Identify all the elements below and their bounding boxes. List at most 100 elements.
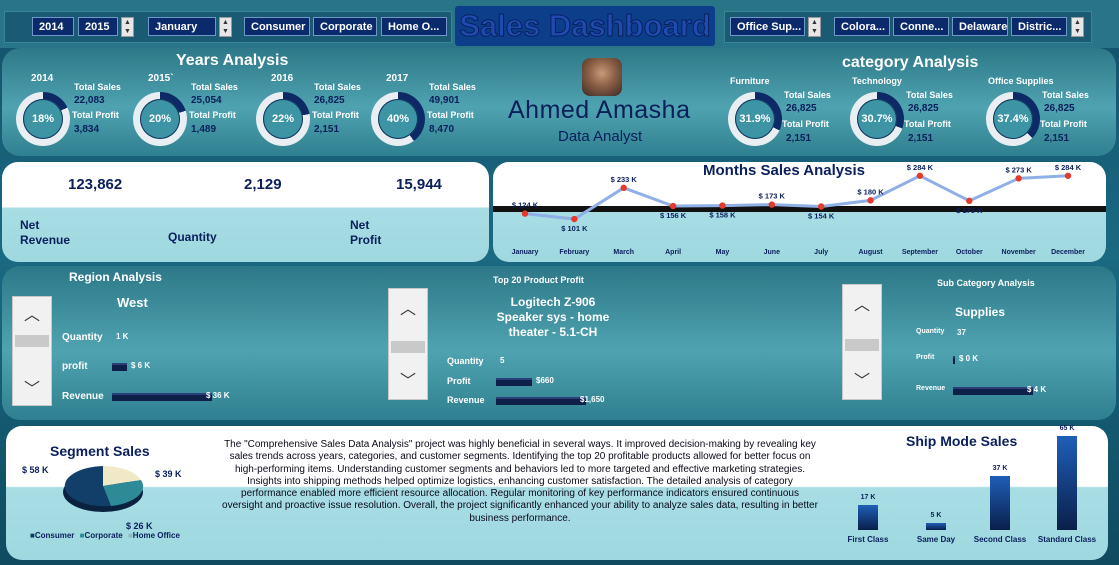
month-slicer-january[interactable]: January <box>148 17 216 36</box>
profile-role: Data Analyst <box>558 128 643 145</box>
subcategory-row-label-0: Quantity <box>916 328 945 335</box>
data-label-december: $ 284 K <box>1055 163 1082 172</box>
ship-bar-0 <box>858 505 878 530</box>
category-profit-label-1: Total Profit <box>904 119 951 129</box>
ship-mode-name-1: Same Day <box>916 535 956 544</box>
region-row-value-0: 1 K <box>116 332 129 341</box>
region-row-label-2: Revenue <box>62 391 104 402</box>
region-scrollbar[interactable]: ︿ ﹀ <box>12 296 52 406</box>
year-profit-label-0: Total Profit <box>72 110 119 120</box>
product-row-label-2: Revenue <box>447 395 485 405</box>
category-name-2: Office Supplies <box>988 76 1054 86</box>
segment-slicer-home-office[interactable]: Home O... <box>381 17 447 36</box>
region-row-value-1: $ 6 K <box>131 361 151 370</box>
subcategory-name: Supplies <box>955 305 1006 319</box>
category-donut-1: 30.7% <box>850 92 904 146</box>
year-donut-0: 18% <box>16 92 70 146</box>
month-tick-january: January <box>512 249 539 256</box>
month-tick-march: March <box>613 249 634 256</box>
subcategory-bar-2 <box>953 387 1033 395</box>
year-sales-label-3: Total Sales <box>429 82 476 92</box>
year-slicer-2015[interactable]: 2015 <box>78 17 118 36</box>
year-sales-value-3: 49,901 <box>429 95 460 106</box>
months-line-chart: $ 124 K January $ 101 K February $ 233 K Marc… <box>493 163 1106 256</box>
year-donut-0-percent: 18% <box>23 99 63 139</box>
subcategory-scroll-thumb[interactable] <box>845 339 879 351</box>
month-tick-may: May <box>716 249 730 256</box>
region-scroll-up[interactable]: ︿ <box>13 301 51 331</box>
category-sales-value-0: 26,825 <box>786 103 817 114</box>
subcategory-bar-1 <box>953 356 955 364</box>
product-row-value-0: 5 <box>500 356 505 365</box>
kpi-quantity-label: Quantity <box>168 230 217 244</box>
year-profit-label-3: Total Profit <box>427 110 474 120</box>
region-row-label-1: profit <box>62 361 88 372</box>
product-scrollbar[interactable]: ︿ ﹀ <box>388 288 428 400</box>
year-profit-value-0: 3,834 <box>74 124 100 135</box>
data-label-october: $ 178 K <box>956 206 983 215</box>
data-label-november: $ 273 K <box>1005 165 1032 174</box>
category-sales-label-1: Total Sales <box>906 90 953 100</box>
region-scroll-down[interactable]: ﹀ <box>13 375 51 405</box>
ship-bar-3 <box>1057 436 1077 530</box>
kpi-revenue-label-2: Revenue <box>20 233 71 247</box>
state-slicer-delaware[interactable]: Delaware <box>952 17 1008 36</box>
kpi-revenue-label-1: Net <box>20 218 40 232</box>
state-slicer-connecticut[interactable]: Conne... <box>893 17 949 36</box>
month-tick-october: October <box>956 249 983 256</box>
category-profit-value-0: 2,151 <box>786 133 812 144</box>
year-sales-label-1: Total Sales <box>191 82 238 92</box>
category-sales-label-0: Total Sales <box>784 90 831 100</box>
year-donut-2: 22% <box>256 92 310 146</box>
subcategory-scroll-up[interactable]: ︿ <box>843 291 881 321</box>
category-name-0: Furniture <box>730 76 770 86</box>
category-donut-0-percent: 31.9% <box>735 99 775 139</box>
state-slicer-scroll[interactable]: ▲ ▼ <box>1071 17 1084 37</box>
subcategory-scroll-down[interactable]: ﹀ <box>843 367 881 397</box>
year-slicer-scroll[interactable]: ▲ ▼ <box>121 17 134 37</box>
year-slicer-2014[interactable]: 2014 <box>32 17 74 36</box>
ship-mode-title: Ship Mode Sales <box>906 433 1018 449</box>
ship-bar-label-1: 5 K <box>930 511 942 519</box>
kpi-revenue-value: 123,862 <box>68 176 123 193</box>
ship-mode-name-2: Second Class <box>973 535 1027 544</box>
year-label-1: 2015` <box>148 73 174 84</box>
category-profit-label-2: Total Profit <box>1040 119 1087 129</box>
state-slicer-colorado[interactable]: Colora... <box>834 17 890 36</box>
month-slicer-scroll[interactable]: ▲ ▼ <box>219 17 232 37</box>
kpi-profit-label-2: Profit <box>350 233 382 247</box>
segment-slicer-corporate[interactable]: Corporate <box>313 17 377 36</box>
year-profit-value-1: 1,489 <box>191 124 217 135</box>
product-row-label-1: Profit <box>447 376 471 386</box>
state-slicer-district[interactable]: Distric... <box>1011 17 1067 36</box>
segment-label-consumer: $ 58 K <box>22 465 49 475</box>
segment-slicer-consumer[interactable]: Consumer <box>244 17 310 36</box>
segment-sales-title: Segment Sales <box>50 443 150 459</box>
data-label-january: $ 124 K <box>512 201 539 210</box>
data-label-february: $ 101 K <box>561 224 588 233</box>
point-january <box>521 210 529 217</box>
top-product-title: Top 20 Product Profit <box>493 275 584 285</box>
data-label-april: $ 156 K <box>660 211 687 220</box>
point-september <box>916 172 924 179</box>
region-row-label-0: Quantity <box>62 332 103 343</box>
year-donut-1: 20% <box>133 92 187 146</box>
dashboard-title: Sales Dashboard <box>455 6 715 46</box>
subcategory-scrollbar[interactable]: ︿ ﹀ <box>842 284 882 400</box>
category-slicer-office-supplies[interactable]: Office Sup... <box>730 17 805 36</box>
category-profit-value-1: 2,151 <box>908 133 934 144</box>
product-scroll-thumb[interactable] <box>391 341 425 353</box>
category-sales-value-1: 26,825 <box>908 103 939 114</box>
year-sales-value-1: 25,054 <box>191 95 222 106</box>
category-donut-2-percent: 37.4% <box>993 99 1033 139</box>
product-scroll-up[interactable]: ︿ <box>389 295 427 325</box>
ship-bar-label-3: 65 K <box>1059 425 1075 432</box>
region-scroll-thumb[interactable] <box>15 335 49 347</box>
month-tick-february: February <box>559 249 589 256</box>
ship-bar-2 <box>990 476 1010 530</box>
category-profit-label-0: Total Profit <box>782 119 829 129</box>
product-scroll-down[interactable]: ﹀ <box>389 367 427 397</box>
category-slicer-scroll[interactable]: ▲ ▼ <box>808 17 821 37</box>
segment-label-home-office: $ 26 K <box>126 521 153 531</box>
year-sales-label-0: Total Sales <box>74 82 121 92</box>
